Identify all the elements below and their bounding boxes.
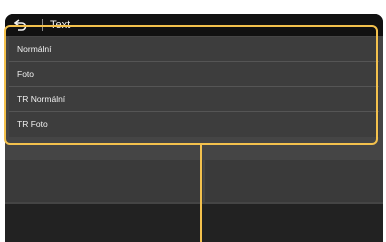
option-list: Normální Foto TR Normální TR Foto: [9, 37, 379, 137]
option-label: Normální: [17, 44, 52, 54]
back-arrow-icon: [14, 19, 27, 31]
option-foto[interactable]: Foto: [9, 62, 379, 87]
option-label: TR Foto: [17, 119, 48, 129]
header-divider: [42, 19, 43, 31]
option-tr-foto[interactable]: TR Foto: [9, 112, 379, 137]
page-title: Text: [50, 19, 71, 31]
device-screen: Text Normální Foto TR Normální TR Foto: [5, 14, 383, 242]
header-bar: Text: [5, 14, 383, 36]
bottom-bar: [5, 204, 383, 242]
option-normalni[interactable]: Normální: [9, 37, 379, 62]
empty-panel-left: [5, 160, 203, 202]
option-label: TR Normální: [17, 94, 66, 104]
back-button[interactable]: [7, 14, 35, 36]
callout-line: [200, 145, 202, 242]
option-tr-normalni[interactable]: TR Normální: [9, 87, 379, 112]
option-label: Foto: [17, 69, 35, 79]
empty-panel-right: [205, 160, 383, 202]
